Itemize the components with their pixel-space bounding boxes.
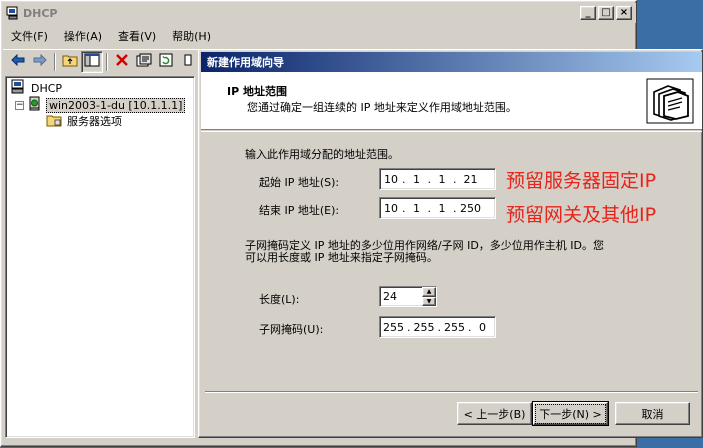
tree-item-dhcp[interactable]: DHCP xyxy=(10,79,64,97)
menubar: 文件(F) 操作(A) 查看(V) 帮助(H) xyxy=(3,26,219,46)
dhcp-app-icon xyxy=(10,79,26,97)
tree-label-server-options: 服务器选项 xyxy=(67,115,122,128)
spin-down-button[interactable]: ▼ xyxy=(422,296,436,306)
length-label: 长度(L): xyxy=(259,293,300,306)
header-description: 您通过确定一组连续的 IP 地址来定义作用域地址范围。 xyxy=(247,101,517,114)
back-button-label: < 上一步(B) xyxy=(463,407,526,421)
refresh-button[interactable] xyxy=(155,51,177,73)
export-button[interactable] xyxy=(177,51,199,73)
button-separator xyxy=(205,391,698,393)
toolbar-separator xyxy=(106,52,108,71)
start-ip-label: 起始 IP 地址(S): xyxy=(259,176,340,189)
properties-button[interactable] xyxy=(133,51,155,73)
minimize-button[interactable]: _ xyxy=(580,6,596,20)
wizard-folders-icon xyxy=(646,78,694,124)
toolbar-separator xyxy=(54,52,56,71)
show-hide-tree-button[interactable] xyxy=(81,50,103,73)
back-button[interactable]: < 上一步(B) xyxy=(457,402,532,425)
main-titlebar[interactable]: DHCP _ □ × xyxy=(3,3,636,23)
range-intro-text: 输入此作用域分配的地址范围。 xyxy=(245,148,399,161)
header-title: IP 地址范围 xyxy=(227,85,287,98)
server-icon xyxy=(27,96,43,114)
end-ip-octet-3[interactable]: 1 xyxy=(431,202,453,215)
mask-octet-3[interactable]: 255 xyxy=(441,321,468,334)
folder-icon xyxy=(46,113,62,130)
next-button[interactable]: 下一步(N) > xyxy=(532,401,609,426)
start-ip-octet-1[interactable]: 10 xyxy=(380,173,402,186)
length-value[interactable]: 24 xyxy=(380,290,422,303)
mask-octet-1[interactable]: 255 xyxy=(380,321,407,334)
wizard-header: IP 地址范围 您通过确定一组连续的 IP 地址来定义作用域地址范围。 xyxy=(201,72,702,130)
end-ip-octet-2[interactable]: 1 xyxy=(406,202,428,215)
close-button[interactable]: × xyxy=(616,6,632,20)
end-ip-field[interactable]: 10. 1. 1. 250 xyxy=(379,197,496,219)
length-spinner[interactable]: ▲ ▼ xyxy=(422,287,436,306)
tree-item-server-options[interactable]: 服务器选项 xyxy=(46,113,124,129)
forward-arrow-icon xyxy=(33,53,47,69)
dhcp-app-icon xyxy=(6,6,20,20)
up-folder-icon xyxy=(62,53,78,70)
tree-label-server: win2003-1-du [10.1.1.1] xyxy=(46,97,186,113)
start-ip-octet-3[interactable]: 1 xyxy=(431,173,453,186)
start-ip-field[interactable]: 10. 1. 1. 21 xyxy=(379,168,496,190)
back-button[interactable] xyxy=(7,51,29,73)
end-ip-octet-1[interactable]: 10 xyxy=(380,202,402,215)
subnet-mask-field[interactable]: 255. 255. 255. 0 xyxy=(379,316,496,338)
cancel-button-label: 取消 xyxy=(641,407,664,421)
console-tree: DHCP − win2003-1-du [10.1.1.1] 服务器选项 xyxy=(5,76,195,438)
menu-help[interactable]: 帮助(H) xyxy=(164,28,219,44)
menu-file[interactable]: 文件(F) xyxy=(3,28,56,44)
start-ip-octet-2[interactable]: 1 xyxy=(406,173,428,186)
menu-view[interactable]: 查看(V) xyxy=(110,28,164,44)
export-list-icon xyxy=(184,53,192,70)
back-arrow-icon xyxy=(11,53,25,69)
end-ip-octet-4[interactable]: 250 xyxy=(457,202,485,215)
mask-octet-4[interactable]: 0 xyxy=(472,321,494,334)
spin-up-button[interactable]: ▲ xyxy=(422,287,436,297)
main-window-title: DHCP xyxy=(23,6,58,20)
annotation-start: 预留服务器固定IP xyxy=(506,170,657,192)
properties-icon xyxy=(136,53,152,70)
end-ip-label: 结束 IP 地址(E): xyxy=(259,204,340,217)
subnet-mask-label: 子网掩码(U): xyxy=(259,323,324,336)
start-ip-octet-4[interactable]: 21 xyxy=(457,173,485,186)
delete-button[interactable] xyxy=(111,51,133,73)
annotation-end: 预留网关及其他IP xyxy=(506,204,657,226)
tree-item-server[interactable]: − win2003-1-du [10.1.1.1] xyxy=(15,96,186,114)
header-divider xyxy=(201,131,702,132)
cancel-button[interactable]: 取消 xyxy=(615,402,690,425)
delete-icon xyxy=(115,53,129,70)
wizard-titlebar[interactable]: 新建作用域向导 xyxy=(201,52,702,72)
length-spinbox[interactable]: 24 ▲ ▼ xyxy=(379,286,437,307)
show-hide-tree-icon xyxy=(84,53,100,70)
wizard-title: 新建作用域向导 xyxy=(207,56,284,69)
forward-button[interactable] xyxy=(29,51,51,73)
mask-octet-2[interactable]: 255 xyxy=(411,321,438,334)
collapse-toggle[interactable]: − xyxy=(15,100,24,110)
maximize-button[interactable]: □ xyxy=(598,6,614,20)
refresh-icon xyxy=(159,53,173,70)
menu-action[interactable]: 操作(A) xyxy=(56,28,110,44)
mask-description-line-2: 可以用长度或 IP 地址来指定子网掩码。 xyxy=(245,251,438,264)
next-button-label: 下一步(N) > xyxy=(535,403,606,424)
up-level-button[interactable] xyxy=(59,51,81,73)
tree-label-dhcp: DHCP xyxy=(31,81,63,95)
new-scope-wizard-dialog: 新建作用域向导 IP 地址范围 您通过确定一组连续的 IP 地址来定义作用域地址… xyxy=(198,49,703,438)
